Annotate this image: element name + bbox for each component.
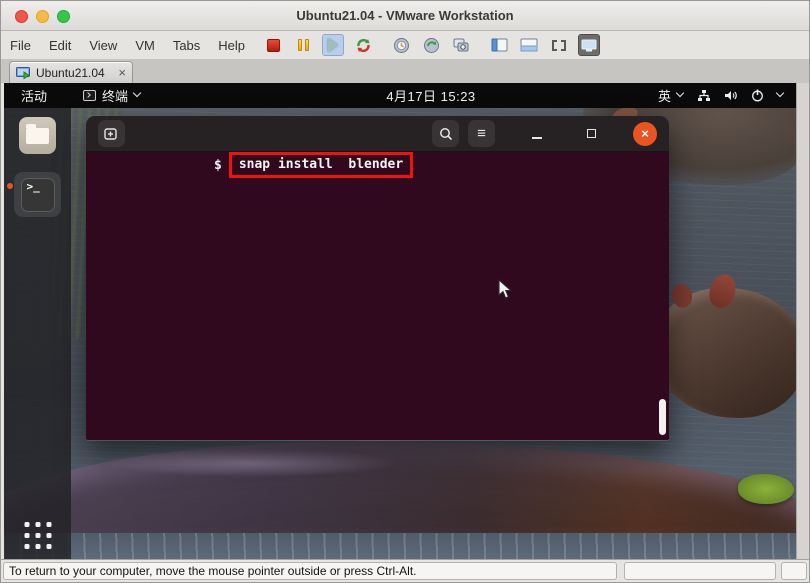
new-tab-button[interactable] xyxy=(98,120,125,147)
power-off-icon xyxy=(267,39,280,52)
input-method-indicator[interactable]: 英 xyxy=(658,86,684,105)
revert-snapshot-button[interactable] xyxy=(420,34,442,56)
wallpaper-vegetation xyxy=(738,474,794,504)
manage-snapshots-button[interactable] xyxy=(450,34,472,56)
files-icon xyxy=(19,117,56,154)
terminal-scrollbar-thumb[interactable] xyxy=(659,399,666,435)
snapshot-manager-icon xyxy=(452,37,470,54)
new-tab-icon xyxy=(104,127,119,140)
terminal-window: ≡ × $ snap install blender xyxy=(86,116,669,441)
vm-tab-label: Ubuntu21.04 xyxy=(36,66,112,80)
status-message: To return to your computer, move the mou… xyxy=(3,562,617,580)
ubuntu-topbar: 活动 终端 4月17日 15:23 英 xyxy=(4,83,798,108)
take-snapshot-button[interactable] xyxy=(390,34,412,56)
console-view-button[interactable] xyxy=(578,34,600,56)
terminal-icon: >_ xyxy=(21,178,55,212)
reset-icon xyxy=(355,37,372,54)
wallpaper-hippo-sheen xyxy=(99,449,399,477)
shell-prompt: $ xyxy=(214,158,222,173)
vm-tab-icon xyxy=(16,67,30,79)
status-panel-secondary xyxy=(624,562,776,580)
play-icon xyxy=(328,38,338,52)
folder-icon xyxy=(26,128,49,144)
traffic-lights xyxy=(15,10,70,23)
menu-view[interactable]: View xyxy=(80,38,126,53)
terminal-app-icon xyxy=(83,90,96,101)
activities-button[interactable]: 活动 xyxy=(21,86,47,105)
vm-tab-close-icon[interactable]: × xyxy=(118,66,126,79)
tabbar: Ubuntu21.04 × xyxy=(1,59,809,83)
close-window-button[interactable] xyxy=(15,10,28,23)
clock[interactable]: 4月17日 15:23 xyxy=(386,86,475,105)
menu-file[interactable]: File xyxy=(1,38,40,53)
menubar: File Edit View VM Tabs Help xyxy=(1,31,809,59)
dock: >_ xyxy=(4,108,71,561)
vm-toolbar xyxy=(262,34,600,56)
thumbnail-bar-icon xyxy=(520,38,538,52)
power-off-button[interactable] xyxy=(262,34,284,56)
mouse-cursor xyxy=(498,279,513,300)
vm-screen-right-border xyxy=(796,83,809,561)
chevron-down-icon xyxy=(677,90,684,97)
running-indicator-dot xyxy=(7,183,13,189)
hamburger-icon: ≡ xyxy=(477,126,486,141)
menu-vm[interactable]: VM xyxy=(126,38,164,53)
console-view-icon xyxy=(581,39,597,52)
snapshot-clock-icon xyxy=(393,37,410,54)
fullscreen-button[interactable] xyxy=(548,34,570,56)
input-method-label: 英 xyxy=(658,86,671,105)
menu-button[interactable]: ≡ xyxy=(468,120,495,147)
focused-app-name: 终端 xyxy=(102,86,128,105)
system-tray[interactable]: 英 xyxy=(658,83,798,108)
window-titlebar: Ubuntu21.04 - VMware Workstation xyxy=(1,1,809,31)
highlighted-command: snap install blender xyxy=(229,152,413,178)
terminal-titlebar[interactable]: ≡ × xyxy=(86,116,669,152)
close-button[interactable]: × xyxy=(633,122,657,146)
minimize-window-button[interactable] xyxy=(36,10,49,23)
search-icon xyxy=(439,127,453,141)
minimize-icon xyxy=(532,137,542,139)
search-button[interactable] xyxy=(432,120,459,147)
menu-help[interactable]: Help xyxy=(209,38,254,53)
vm-tab[interactable]: Ubuntu21.04 × xyxy=(9,61,133,83)
fullscreen-icon xyxy=(552,40,557,51)
menu-edit[interactable]: Edit xyxy=(40,38,80,53)
power-on-button[interactable] xyxy=(322,34,344,56)
show-thumbnail-bar-button[interactable] xyxy=(518,34,540,56)
show-library-button[interactable] xyxy=(488,34,510,56)
suspend-button[interactable] xyxy=(292,34,314,56)
focused-app-indicator[interactable]: 终端 xyxy=(83,86,141,105)
vmware-window: Ubuntu21.04 - VMware Workstation File Ed… xyxy=(0,0,810,583)
statusbar: To return to your computer, move the mou… xyxy=(1,559,809,582)
maximize-icon xyxy=(587,129,596,138)
suspend-icon xyxy=(298,39,309,51)
show-applications-button[interactable] xyxy=(24,522,51,549)
network-icon xyxy=(697,89,711,102)
chevron-down-icon xyxy=(134,90,141,97)
command-line: $ snap install blender xyxy=(214,152,413,178)
reset-button[interactable] xyxy=(352,34,374,56)
window-title: Ubuntu21.04 - VMware Workstation xyxy=(296,8,513,23)
zoom-window-button[interactable] xyxy=(57,10,70,23)
guest-screen: 活动 终端 4月17日 15:23 英 xyxy=(4,83,798,561)
volume-icon xyxy=(724,89,738,102)
snapshot-revert-icon xyxy=(423,37,440,54)
dock-item-files[interactable] xyxy=(4,108,71,154)
power-icon xyxy=(751,89,764,102)
library-panel-icon xyxy=(491,38,508,52)
close-icon: × xyxy=(641,126,649,141)
dock-item-terminal[interactable]: >_ xyxy=(4,154,71,217)
terminal-body[interactable]: $ snap install blender xyxy=(86,152,669,440)
status-panel-corner xyxy=(781,562,807,580)
minimize-button[interactable] xyxy=(523,120,550,147)
fullscreen-icon-right xyxy=(561,40,566,51)
maximize-button[interactable] xyxy=(578,120,605,147)
menu-tabs[interactable]: Tabs xyxy=(164,38,209,53)
chevron-down-icon xyxy=(777,90,784,97)
terminal-icon-backdrop: >_ xyxy=(14,172,61,217)
